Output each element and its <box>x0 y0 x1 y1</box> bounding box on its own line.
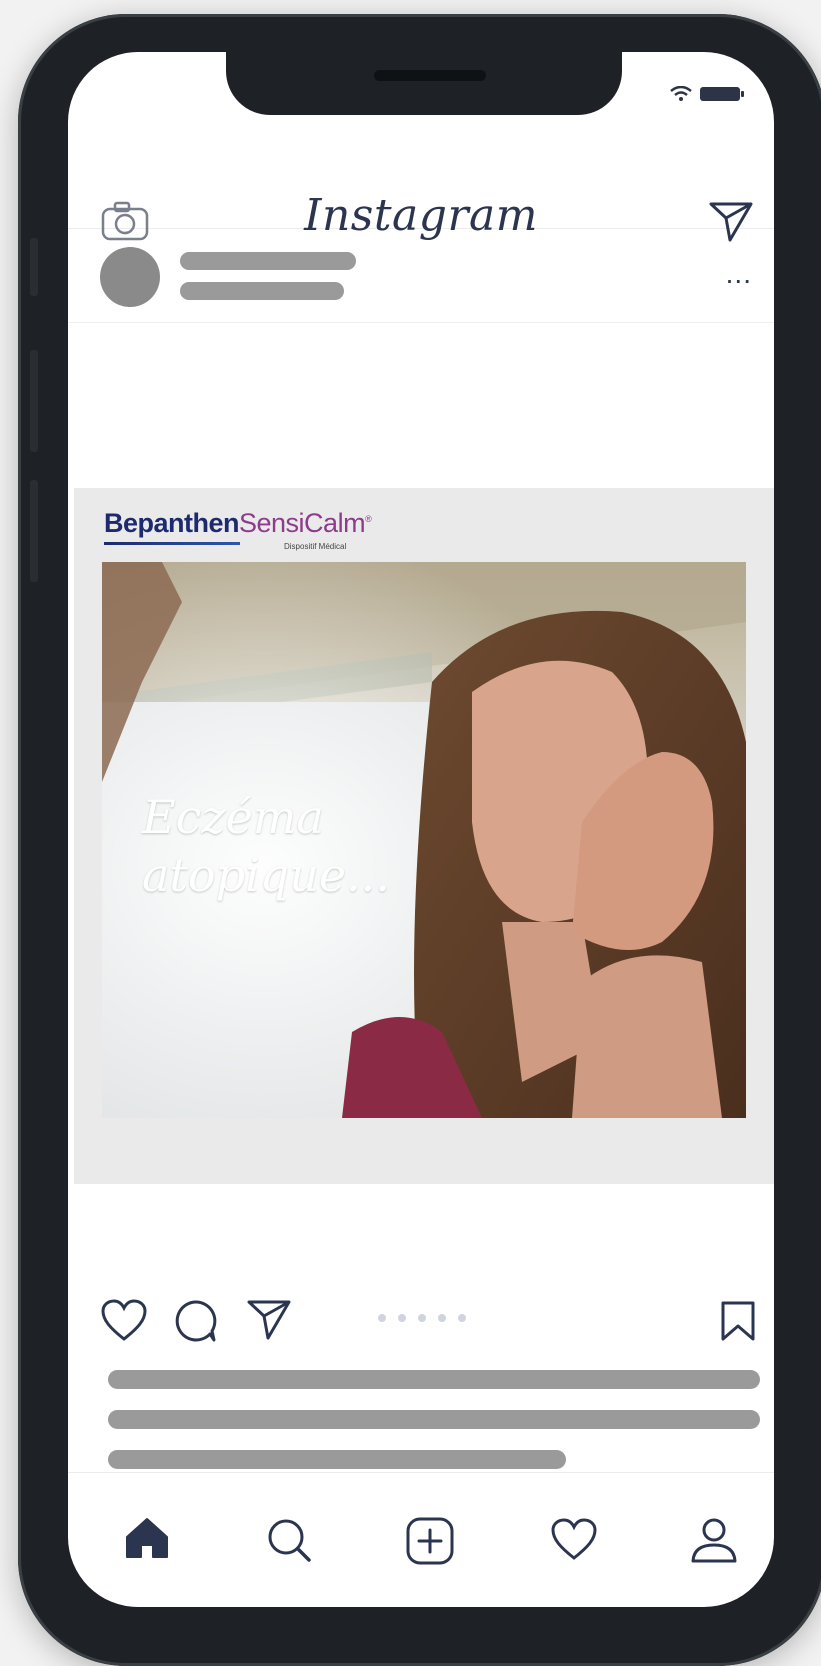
activity-heart-icon[interactable] <box>550 1517 598 1561</box>
brand-underline <box>104 542 240 545</box>
volume-up-button <box>30 350 38 452</box>
mute-switch <box>30 238 38 296</box>
post-actions <box>68 1288 774 1348</box>
speaker <box>374 70 486 81</box>
carousel-dot <box>438 1314 446 1322</box>
add-icon[interactable] <box>406 1517 454 1565</box>
username-placeholder <box>180 252 356 270</box>
phone-notch <box>226 52 622 115</box>
status-bar <box>670 86 744 102</box>
wifi-icon <box>670 86 692 101</box>
bottom-tab-bar <box>68 1472 774 1607</box>
phone-screen: Instagram ... BepanthenSensiCalm® Dispos… <box>68 52 774 1607</box>
caption-placeholder-line <box>108 1450 566 1469</box>
profile-icon[interactable] <box>690 1517 738 1563</box>
post-media[interactable]: BepanthenSensiCalm® Dispositif Médical E… <box>74 488 774 1184</box>
battery-icon <box>700 87 744 101</box>
volume-down-button <box>30 480 38 582</box>
comment-icon[interactable] <box>172 1298 218 1344</box>
ad-photo: Eczéma atopique... <box>102 562 746 1118</box>
bookmark-icon[interactable] <box>720 1300 756 1342</box>
avatar[interactable] <box>100 247 160 307</box>
brand-subtitle: Dispositif Médical <box>284 542 347 551</box>
brand-secondary: SensiCalm <box>239 508 366 538</box>
caption-placeholder-line <box>108 1370 760 1389</box>
brand-primary: Bepanthen <box>104 508 240 538</box>
subtitle-placeholder <box>180 282 344 300</box>
carousel-dots <box>378 1314 466 1322</box>
more-options-icon[interactable]: ... <box>726 258 752 290</box>
share-icon[interactable] <box>246 1298 292 1340</box>
app-header: Instagram <box>68 148 774 242</box>
caption-placeholder-line <box>108 1410 760 1429</box>
brand-logo: BepanthenSensiCalm® Dispositif Médical <box>104 508 372 551</box>
post-header: ... <box>68 230 774 323</box>
carousel-dot <box>378 1314 386 1322</box>
search-icon[interactable] <box>266 1517 312 1563</box>
ad-caption: Eczéma atopique... <box>142 790 390 902</box>
carousel-dot <box>418 1314 426 1322</box>
heart-icon[interactable] <box>100 1298 148 1342</box>
brand-mark: ® <box>365 514 372 524</box>
home-icon[interactable] <box>124 1517 170 1559</box>
carousel-dot <box>458 1314 466 1322</box>
carousel-dot <box>398 1314 406 1322</box>
